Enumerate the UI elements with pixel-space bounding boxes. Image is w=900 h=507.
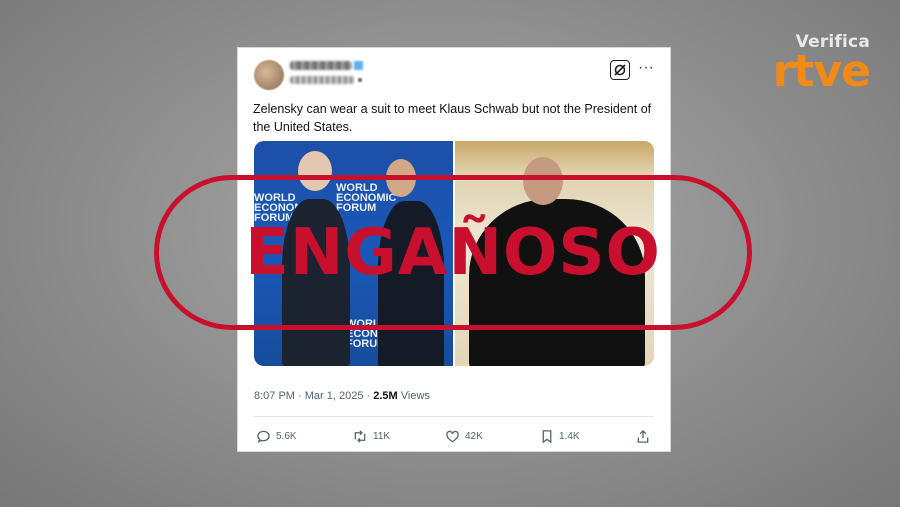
post-header: ··· (254, 58, 656, 98)
blurred-dot (358, 78, 362, 82)
like-button[interactable]: 42K (445, 426, 483, 446)
avatar[interactable] (254, 60, 284, 90)
reply-button[interactable]: 5.6K (256, 426, 297, 446)
more-options-icon[interactable]: ··· (638, 60, 654, 80)
reply-icon (257, 430, 270, 443)
bookmark-count: 1.4K (559, 430, 580, 442)
bookmark-icon (542, 429, 552, 443)
verifica-rtve-logo: Verifica rtve (772, 32, 871, 97)
blurred-display-name[interactable] (290, 61, 352, 70)
misleading-stamp: ENGAÑOSO (154, 175, 752, 330)
page: { "brand": { "top": "Verifica", "main": … (0, 0, 900, 507)
like-icon (446, 430, 459, 442)
blurred-handle[interactable] (290, 76, 354, 84)
post-meta: 8:07 PM · Mar 1, 2025 · 2.5M Views (254, 390, 430, 402)
repost-button[interactable]: 11K (352, 426, 390, 446)
share-icon (637, 429, 649, 443)
views-count: 2.5M (373, 390, 398, 402)
post-timestamp[interactable]: 8:07 PM · Mar 1, 2025 · (254, 390, 373, 402)
verified-badge-icon (354, 61, 363, 70)
grok-icon[interactable] (610, 60, 630, 80)
misleading-stamp-label: ENGAÑOSO (245, 215, 661, 290)
bookmark-button[interactable]: 1.4K (540, 426, 580, 446)
views-label: Views (397, 390, 430, 402)
repost-icon (354, 429, 366, 443)
post-text: Zelensky can wear a suit to meet Klaus S… (253, 102, 652, 134)
repost-count: 11K (373, 430, 391, 442)
brand-main-label: rtve (772, 46, 871, 97)
divider (254, 416, 654, 417)
action-bar: 5.6K 11K 42K 1.4K (254, 426, 654, 446)
reply-count: 5.6K (276, 430, 297, 442)
share-button[interactable] (636, 426, 650, 446)
like-count: 42K (465, 430, 483, 442)
